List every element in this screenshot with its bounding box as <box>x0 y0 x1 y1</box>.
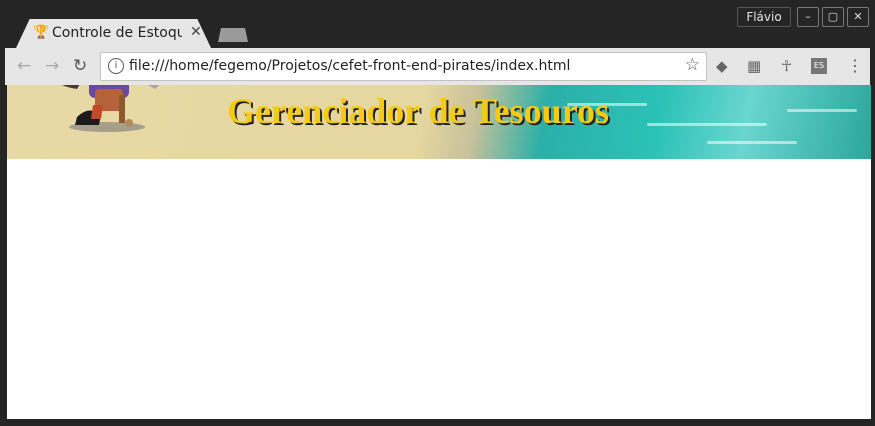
film-icon[interactable]: ▦ <box>747 57 761 75</box>
layers-icon[interactable]: ◆ <box>716 57 728 75</box>
wave-decoration <box>707 141 797 144</box>
back-arrow-icon[interactable]: ← <box>17 56 31 76</box>
page-viewport: Gerenciador de Tesouros <box>7 85 871 419</box>
es-extension-icon[interactable]: ES <box>811 58 827 74</box>
new-tab-button[interactable] <box>218 28 248 42</box>
tab-active[interactable]: 🏆 Controle de Estoque ✕ <box>16 19 211 48</box>
close-tab-icon[interactable]: ✕ <box>190 23 202 41</box>
window-bottom-border <box>0 419 875 426</box>
url-text[interactable]: file:///home/fegemo/Projetos/cefet-front… <box>129 58 570 74</box>
trophy-icon: 🏆 <box>33 25 50 40</box>
tab-title: Controle de Estoque <box>52 25 182 41</box>
browser-window: 🏆 Controle de Estoque ✕ Flávio – ▢ ✕ ← →… <box>0 0 875 426</box>
wave-decoration <box>787 109 857 112</box>
forward-arrow-icon[interactable]: → <box>45 56 59 76</box>
wave-decoration <box>647 123 767 126</box>
banner-title: Gerenciador de Tesouros <box>227 91 610 131</box>
reload-icon[interactable]: ↻ <box>73 56 87 76</box>
close-window-button[interactable]: ✕ <box>847 7 869 27</box>
page-banner: Gerenciador de Tesouros <box>7 85 871 159</box>
minimize-button[interactable]: – <box>797 7 819 27</box>
address-bar[interactable]: i file:///home/fegemo/Projetos/cefet-fro… <box>100 52 707 81</box>
pirate-illustration <box>62 85 159 132</box>
info-icon[interactable]: i <box>108 58 124 74</box>
ankh-icon[interactable]: ☥ <box>781 57 792 75</box>
title-bar: 🏆 Controle de Estoque ✕ Flávio – ▢ ✕ <box>0 0 875 48</box>
maximize-button[interactable]: ▢ <box>822 7 844 27</box>
menu-dots-icon[interactable]: ⋮ <box>847 56 863 76</box>
bookmark-star-icon[interactable]: ☆ <box>685 55 700 75</box>
profile-button[interactable]: Flávio <box>737 7 791 27</box>
browser-toolbar: ← → ↻ i file:///home/fegemo/Projetos/cef… <box>5 48 870 85</box>
